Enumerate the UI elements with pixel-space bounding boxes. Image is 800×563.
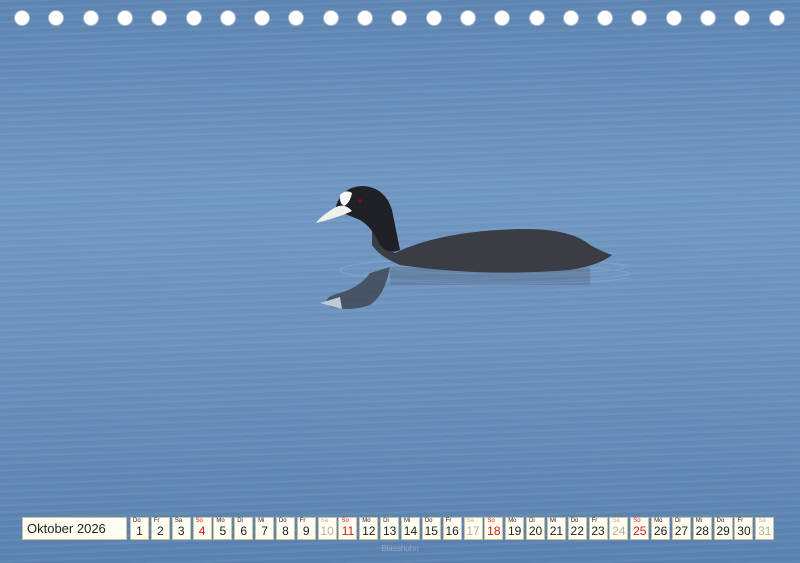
day-number: 9 — [302, 524, 310, 538]
binding-hole — [769, 11, 784, 25]
binding-hole — [563, 11, 578, 25]
coot-bird-illustration — [316, 186, 630, 309]
binding-hole — [495, 11, 510, 25]
binding-hole — [358, 11, 372, 25]
day-number: 26 — [653, 524, 668, 538]
calendar-day: Sa 31 — [755, 517, 775, 540]
binding-hole — [426, 11, 441, 25]
day-number: 30 — [737, 524, 751, 538]
day-number: 16 — [445, 524, 459, 538]
binding-hole — [632, 11, 647, 25]
day-number: 18 — [487, 524, 501, 538]
calendar-day: So 11 — [338, 517, 358, 540]
calendar-day: Fr 9 — [296, 517, 316, 540]
day-number: 4 — [198, 524, 206, 538]
binding-hole — [117, 11, 132, 25]
day-number: 7 — [261, 524, 268, 538]
calendar-day: Sa 17 — [463, 517, 483, 540]
binding-hole — [83, 11, 98, 25]
photo-caption: Blässhuhn — [381, 544, 419, 553]
day-number: 3 — [177, 524, 185, 538]
calendar-day: So 4 — [192, 517, 212, 540]
day-number: 28 — [695, 524, 709, 538]
binding-hole — [323, 11, 338, 25]
calendar-day: Mi 21 — [546, 517, 566, 540]
day-number: 17 — [466, 524, 480, 538]
day-number: 21 — [549, 524, 564, 538]
binding-hole — [49, 11, 64, 25]
calendar-day: Fr 30 — [734, 517, 754, 540]
calendar-day: Sa 24 — [609, 517, 629, 540]
day-number: 5 — [219, 524, 227, 538]
calendar-day: Sa 10 — [317, 517, 337, 540]
binding-hole — [392, 11, 407, 25]
calendar-days: Do 1 Fr 2 Sa 3 So 4 Mo 5 Di 6 Mi 7 Do 8 Fr 9 Sa 10 So 11 Mo 12 D… — [130, 517, 776, 540]
binding-hole — [598, 11, 613, 25]
day-number: 11 — [341, 524, 355, 538]
calendar-day: Di 13 — [380, 517, 400, 540]
day-number: 15 — [424, 524, 438, 538]
calendar-day: So 18 — [484, 517, 504, 540]
calendar-strip: Oktober 2026 Do 1 Fr 2 Sa 3 So 4 Mo 5 Di 6 Mi 7 Do 8 Fr 9… — [22, 517, 776, 540]
calendar-day: Mo 12 — [359, 517, 379, 540]
binding-hole — [15, 11, 29, 25]
calendar-day: Mi 7 — [255, 517, 275, 540]
binding-hole — [152, 11, 167, 25]
day-number: 22 — [570, 524, 584, 538]
binding-hole — [529, 11, 544, 25]
calendar-day: Mi 28 — [692, 517, 712, 540]
day-number: 12 — [362, 524, 376, 538]
binding-hole — [701, 11, 715, 25]
day-number: 29 — [716, 524, 730, 538]
calendar-day: Fr 23 — [588, 517, 608, 540]
binding-hole — [220, 11, 235, 25]
calendar-day: Do 8 — [275, 517, 295, 540]
calendar-day: Mo 26 — [651, 517, 671, 540]
binding-hole — [460, 11, 475, 25]
day-number: 24 — [612, 524, 626, 538]
calendar-day: Di 6 — [234, 517, 254, 540]
calendar-day: Mi 14 — [400, 517, 420, 540]
calendar-day: Do 29 — [713, 517, 733, 540]
calendar-day: Fr 16 — [442, 517, 462, 540]
day-number: 13 — [382, 524, 397, 538]
calendar-day: So 25 — [630, 517, 650, 540]
binding-hole — [255, 11, 270, 25]
day-number: 31 — [758, 524, 772, 538]
calendar-day: Do 1 — [130, 517, 149, 540]
calendar-day: Mo 19 — [505, 517, 525, 540]
binding-hole — [666, 11, 681, 25]
binding-hole — [186, 11, 201, 25]
bird-reflection — [320, 267, 590, 309]
day-number: 10 — [320, 524, 334, 538]
binding-holes — [0, 0, 800, 36]
day-number: 19 — [508, 524, 522, 538]
month-label: Oktober 2026 — [22, 517, 127, 540]
day-number: 14 — [403, 524, 418, 538]
calendar-day: Di 27 — [671, 517, 691, 540]
day-number: 6 — [240, 524, 248, 538]
day-number: 8 — [282, 524, 289, 538]
day-number: 27 — [674, 524, 689, 538]
day-number: 1 — [136, 524, 143, 538]
calendar-day: Di 20 — [526, 517, 546, 540]
day-number: 23 — [591, 524, 605, 538]
binding-hole — [735, 11, 750, 25]
calendar-day: Mo 5 — [213, 517, 233, 540]
calendar-day: Sa 3 — [171, 517, 191, 540]
calendar-day: Do 22 — [567, 517, 587, 540]
day-number: 2 — [157, 524, 164, 538]
calendar-day: Do 15 — [421, 517, 441, 540]
day-number: 25 — [633, 524, 647, 538]
binding-hole — [289, 11, 304, 25]
bird-body — [372, 228, 612, 273]
day-number: 20 — [528, 524, 543, 538]
calendar-day: Fr 2 — [150, 517, 170, 540]
